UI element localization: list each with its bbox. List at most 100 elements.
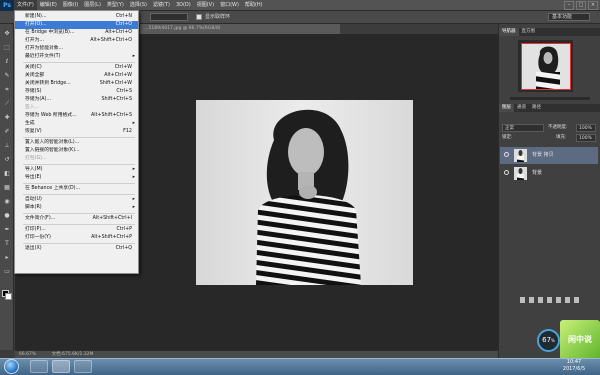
tab-channels[interactable]: 通道 (514, 104, 529, 112)
adjustment-icon[interactable] (546, 297, 552, 303)
file-menu-item[interactable]: 文件简介(F)... Alt+Shift+Ctrl+I (15, 215, 138, 223)
gradient-tool-icon[interactable]: ▦ (3, 184, 11, 191)
stamp-tool-icon[interactable]: ⊥ (3, 142, 11, 149)
dodge-tool-icon[interactable]: ● (3, 212, 11, 219)
file-menu-item[interactable]: 新建(N)... Ctrl+N (15, 13, 138, 21)
maximize-button[interactable]: □ (576, 0, 586, 10)
taskbar-photoshop-icon[interactable] (52, 360, 70, 373)
taskbar-ie-icon[interactable] (30, 360, 48, 373)
minimize-button[interactable]: – (564, 0, 574, 10)
menu-item[interactable]: 3D(D) (173, 0, 194, 11)
layer-row-background-copy[interactable]: 背景 拷贝 (500, 147, 598, 164)
menu-item[interactable]: 图像(I) (60, 0, 81, 11)
navigator-thumbnail[interactable] (521, 43, 571, 90)
taskbar-explorer-icon[interactable] (74, 360, 92, 373)
folder-icon[interactable] (555, 297, 561, 303)
tab-paths[interactable]: 路径 (529, 104, 544, 112)
start-button[interactable] (4, 359, 19, 374)
file-menu-item[interactable]: 在 Behance 上共享(D)... (15, 185, 138, 193)
show-sampling-ring-checkbox[interactable] (196, 14, 202, 20)
lock-label: 锁定: (502, 135, 513, 140)
performance-gauge[interactable]: 67% (537, 329, 560, 352)
file-menu-item[interactable]: 退出(X) Ctrl+Q (15, 245, 138, 253)
close-button[interactable]: × (588, 0, 598, 10)
menu-separator (23, 164, 135, 165)
trash-icon[interactable] (573, 297, 579, 303)
workspace-dropdown[interactable]: 基本功能 (548, 13, 590, 21)
tab-layers[interactable]: 图层 (499, 104, 514, 112)
file-menu-item[interactable]: 打开为智能对象... (15, 45, 138, 53)
link-layers-icon[interactable] (519, 297, 525, 303)
new-layer-icon[interactable] (564, 297, 570, 303)
eye-icon[interactable] (504, 170, 509, 175)
opacity-field[interactable]: 100% (576, 124, 596, 132)
marquee-tool-icon[interactable]: ⬚ (3, 44, 11, 51)
file-menu-item[interactable]: 导入(M) ▸ (15, 166, 138, 174)
mask-icon[interactable] (537, 297, 543, 303)
layers-panel-tabs: 图层 通道 路径 (499, 104, 600, 112)
menu-item[interactable]: 图层(L) (81, 0, 104, 11)
navigator-zoom-slider[interactable] (510, 97, 590, 100)
file-menu-item[interactable]: 置入链接的智能对象(K)... (15, 147, 138, 155)
document-tab[interactable]: …5189/4017.jpg @ 66.7%(RGB/8) (140, 24, 340, 34)
file-menu-item[interactable]: 置入嵌入的智能对象(L)... (15, 139, 138, 147)
fill-field[interactable]: 100% (576, 134, 596, 142)
file-menu-item[interactable]: 生成 ▸ (15, 120, 138, 128)
sample-size-dropdown[interactable] (150, 13, 188, 21)
file-menu-item[interactable]: 打开为... Alt+Shift+Ctrl+O (15, 37, 138, 45)
file-menu-item[interactable]: 存储(S) Ctrl+S (15, 88, 138, 96)
healing-tool-icon[interactable]: ✚ (3, 114, 11, 121)
zoom-readout[interactable]: 66.67% (19, 352, 36, 357)
menu-item[interactable]: 窗口(W) (217, 0, 242, 11)
path-select-tool-icon[interactable]: ▸ (3, 254, 11, 261)
blend-mode-dropdown[interactable]: 正常 (502, 124, 544, 132)
gauge-unit: % (551, 338, 555, 343)
menu-item-label: 恢复(V) (25, 129, 42, 134)
quick-select-tool-icon[interactable]: ✎ (3, 72, 11, 79)
eyedropper-tool-icon[interactable]: ⟋ (3, 100, 11, 107)
crop-tool-icon[interactable]: ⌗ (3, 86, 11, 93)
file-menu-item[interactable]: 在 Bridge 中浏览(B)... Alt+Ctrl+O (15, 29, 138, 37)
file-menu-item[interactable]: 导出(E) ▸ (15, 174, 138, 182)
menu-item[interactable]: 视图(V) (194, 0, 217, 11)
file-menu-item[interactable]: 最近打开文件(T) ▸ (15, 53, 138, 61)
file-menu-item[interactable]: 打印一份(Y) Alt+Shift+Ctrl+P (15, 234, 138, 242)
background-color-swatch[interactable] (5, 293, 12, 300)
eye-icon[interactable] (504, 152, 509, 157)
file-menu-item[interactable]: 打开(O)... Ctrl+O (15, 21, 138, 29)
blur-tool-icon[interactable]: ◉ (3, 198, 11, 205)
tab-navigator[interactable]: 导航器 (499, 28, 519, 36)
tab-histogram[interactable]: 直方图 (519, 28, 539, 36)
menu-item[interactable]: 帮助(H) (242, 0, 266, 11)
file-menu-item[interactable]: 自动(U) ▸ (15, 196, 138, 204)
type-tool-icon[interactable]: T (3, 240, 11, 247)
file-menu-item[interactable]: 存储为 Web 所用格式... Alt+Shift+Ctrl+S (15, 112, 138, 120)
menu-item-label: 置入链接的智能对象(K)... (25, 148, 80, 153)
menu-item[interactable]: 类型(Y) (104, 0, 127, 11)
menu-item-shortcut: Alt+Shift+Ctrl+P (91, 235, 132, 240)
menu-item[interactable]: 滤镜(T) (150, 0, 173, 11)
file-menu-item[interactable]: 关闭全部 Alt+Ctrl+W (15, 72, 138, 80)
layer-row-background[interactable]: 背景 (500, 165, 598, 182)
fx-icon[interactable] (528, 297, 534, 303)
move-tool-icon[interactable]: ✥ (3, 30, 11, 37)
lasso-tool-icon[interactable]: ℓ (3, 58, 11, 65)
photo-image[interactable] (196, 100, 413, 285)
file-menu-item[interactable]: 存储为(A)... Shift+Ctrl+S (15, 96, 138, 104)
file-menu-item: 签入... (15, 104, 138, 112)
menu-item-label: 文件简介(F)... (25, 216, 56, 221)
menu-item[interactable]: 选择(S) (127, 0, 150, 11)
menu-item[interactable]: 编辑(E) (37, 0, 60, 11)
brush-tool-icon[interactable]: ✐ (3, 128, 11, 135)
file-menu-item[interactable]: 打印(P)... Ctrl+P (15, 226, 138, 234)
history-brush-tool-icon[interactable]: ↺ (3, 156, 11, 163)
taskbar-clock[interactable]: 10:47 2017/6/5 (552, 359, 596, 374)
eraser-tool-icon[interactable]: ◧ (3, 170, 11, 177)
pen-tool-icon[interactable]: ✒ (3, 226, 11, 233)
file-menu-item[interactable]: 关闭并转到 Bridge... Shift+Ctrl+W (15, 80, 138, 88)
shape-tool-icon[interactable]: ▭ (3, 268, 11, 275)
file-menu-item[interactable]: 恢复(V) F12 (15, 128, 138, 136)
file-menu-item[interactable]: 关闭(C) Ctrl+W (15, 64, 138, 72)
menu-item[interactable]: 文件(F) (14, 0, 37, 11)
file-menu-item[interactable]: 脚本(R) ▸ (15, 204, 138, 212)
